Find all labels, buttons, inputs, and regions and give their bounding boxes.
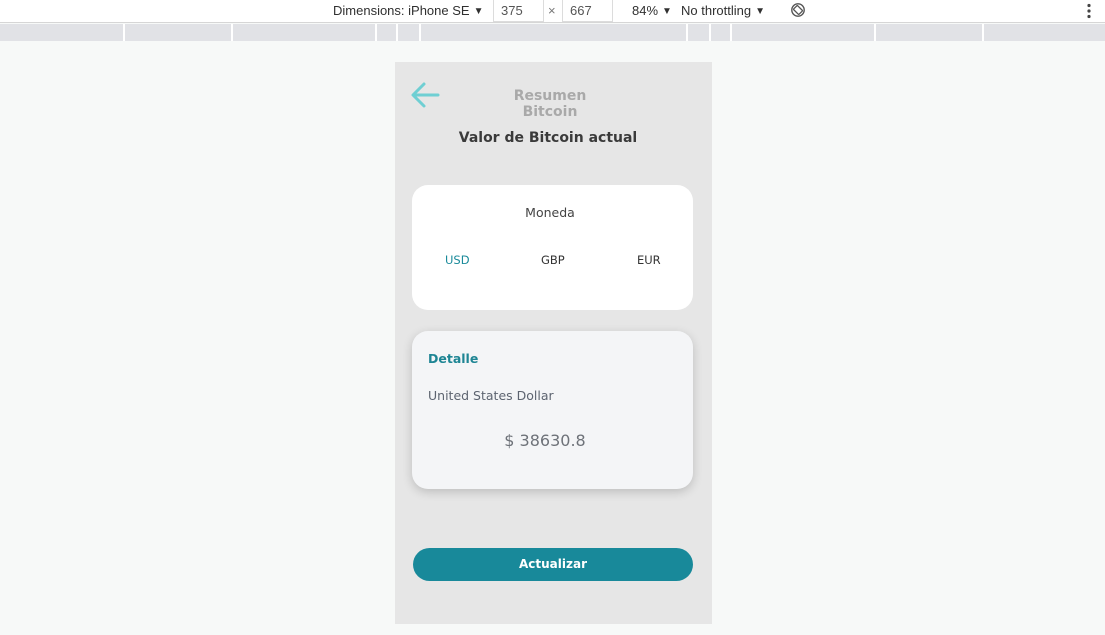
currency-option-eur[interactable]: EUR: [637, 253, 661, 267]
devtools-device-toolbar: Dimensions: iPhone SE ▼ 375 × 667 84% ▼ No…: [0, 0, 1105, 23]
width-input[interactable]: 375: [493, 0, 544, 22]
media-query-segment[interactable]: [231, 24, 375, 41]
app-viewport: Resumen Bitcoin Valor de Bitcoin actual …: [395, 62, 712, 624]
currency-name: United States Dollar: [428, 388, 554, 403]
page-heading: Valor de Bitcoin actual: [458, 130, 638, 146]
currency-label: Moneda: [525, 205, 575, 220]
rotate-icon[interactable]: [790, 2, 806, 18]
screen-title: Resumen Bitcoin: [513, 88, 587, 120]
detail-title: Detalle: [428, 351, 479, 366]
chevron-down-icon: ▼: [662, 6, 672, 17]
update-button[interactable]: Actualizar: [413, 548, 693, 581]
back-arrow-icon[interactable]: [409, 80, 441, 110]
currency-option-usd[interactable]: USD: [445, 253, 470, 267]
media-query-bar: [0, 24, 1105, 41]
media-query-segment[interactable]: [874, 24, 982, 41]
media-query-segment[interactable]: [730, 24, 874, 41]
media-query-segment[interactable]: [709, 24, 730, 41]
dimension-separator: ×: [548, 3, 556, 18]
bitcoin-price: $ 38630.8: [504, 431, 586, 450]
media-query-segment[interactable]: [123, 24, 231, 41]
currency-selector-card: Moneda USD GBP EUR: [412, 185, 693, 310]
media-query-segment[interactable]: [375, 24, 396, 41]
more-vert-icon[interactable]: [1082, 2, 1096, 20]
currency-option-gbp[interactable]: GBP: [541, 253, 565, 267]
chevron-down-icon: ▼: [755, 6, 765, 17]
media-query-segment[interactable]: [982, 24, 1105, 41]
zoom-selector[interactable]: 84% ▼: [632, 0, 672, 22]
device-selector-label: Dimensions: iPhone SE: [333, 3, 470, 18]
media-query-segment[interactable]: [686, 24, 709, 41]
zoom-value: 84%: [632, 3, 659, 18]
height-input[interactable]: 667: [562, 0, 613, 22]
device-selector[interactable]: Dimensions: iPhone SE ▼: [333, 0, 483, 22]
detail-card: Detalle United States Dollar $ 38630.8: [412, 331, 693, 489]
throttling-selector[interactable]: No throttling ▼: [681, 0, 765, 22]
throttling-value: No throttling: [681, 3, 752, 18]
media-query-segment[interactable]: [419, 24, 686, 41]
chevron-down-icon: ▼: [473, 6, 484, 17]
media-query-segment[interactable]: [396, 24, 419, 41]
